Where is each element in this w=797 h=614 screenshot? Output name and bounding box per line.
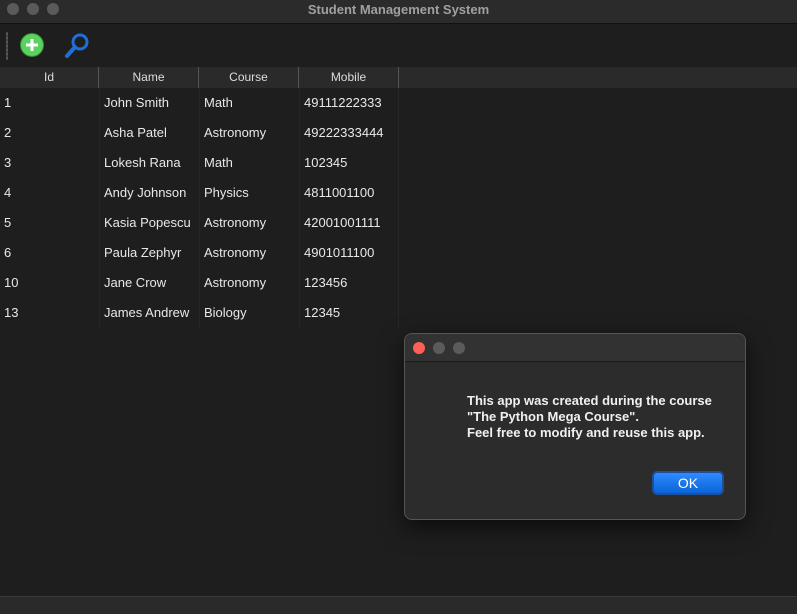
cell-id[interactable]: 13 — [0, 298, 99, 328]
cell-mobile[interactable]: 102345 — [300, 148, 399, 178]
cell-course[interactable]: Physics — [200, 178, 299, 208]
toolbar-grip[interactable] — [6, 32, 8, 60]
dialog-close-button[interactable] — [413, 342, 425, 354]
cell-mobile[interactable]: 42001001111 — [300, 208, 399, 238]
cell-name[interactable]: Lokesh Rana — [100, 148, 199, 178]
title-bar: Student Management System — [0, 0, 797, 24]
cell-course[interactable]: Math — [200, 148, 299, 178]
cell-id[interactable]: 3 — [0, 148, 99, 178]
column-divider — [199, 88, 200, 328]
column-divider — [398, 88, 399, 328]
column-divider — [99, 88, 100, 328]
status-bar — [0, 596, 797, 614]
cell-mobile[interactable]: 4901011100 — [300, 238, 399, 268]
column-header-mobile[interactable]: Mobile — [299, 67, 399, 88]
window-title: Student Management System — [307, 2, 490, 17]
cell-id[interactable]: 6 — [0, 238, 99, 268]
cell-name[interactable]: John Smith — [100, 88, 199, 118]
cell-course[interactable]: Astronomy — [200, 268, 299, 298]
cell-id[interactable]: 10 — [0, 268, 99, 298]
cell-id[interactable]: 1 — [0, 88, 99, 118]
dialog-message-line: This app was created during the course — [467, 393, 712, 408]
cell-mobile[interactable]: 49111222333 — [300, 88, 399, 118]
add-icon — [20, 33, 44, 57]
add-student-button[interactable] — [18, 31, 48, 61]
table-header: Id Name Course Mobile — [0, 67, 797, 88]
cell-course[interactable]: Astronomy — [200, 118, 299, 148]
cell-name[interactable]: Jane Crow — [100, 268, 199, 298]
toolbar — [0, 24, 797, 68]
cell-mobile[interactable]: 12345 — [300, 298, 399, 328]
column-header-course[interactable]: Course — [199, 67, 299, 88]
cell-course[interactable]: Astronomy — [200, 208, 299, 238]
cell-mobile[interactable]: 4811001100 — [300, 178, 399, 208]
cell-name[interactable]: James Andrew — [100, 298, 199, 328]
cell-id[interactable]: 5 — [0, 208, 99, 238]
dialog-zoom-button — [453, 342, 465, 354]
cell-mobile[interactable]: 49222333444 — [300, 118, 399, 148]
column-header-name[interactable]: Name — [99, 67, 199, 88]
ok-button[interactable]: OK — [652, 471, 724, 495]
cell-name[interactable]: Kasia Popescu — [100, 208, 199, 238]
main-window: Student Management System Id Name Course… — [0, 0, 797, 614]
cell-course[interactable]: Astronomy — [200, 238, 299, 268]
cell-course[interactable]: Math — [200, 88, 299, 118]
dialog-message-line: "The Python Mega Course". — [467, 409, 639, 424]
about-dialog: This app was created during the course "… — [404, 333, 746, 520]
cell-name[interactable]: Asha Patel — [100, 118, 199, 148]
dialog-message-line: Feel free to modify and reuse this app. — [467, 425, 705, 440]
column-header-id[interactable]: Id — [0, 67, 99, 88]
cell-id[interactable]: 2 — [0, 118, 99, 148]
cell-id[interactable]: 4 — [0, 178, 99, 208]
search-icon — [65, 33, 89, 58]
dialog-title-bar — [405, 334, 745, 362]
search-student-button[interactable] — [63, 31, 93, 61]
cell-name[interactable]: Andy Johnson — [100, 178, 199, 208]
cell-mobile[interactable]: 123456 — [300, 268, 399, 298]
cell-name[interactable]: Paula Zephyr — [100, 238, 199, 268]
column-divider — [299, 88, 300, 328]
dialog-message: This app was created during the course "… — [467, 393, 737, 441]
cell-course[interactable]: Biology — [200, 298, 299, 328]
dialog-minimize-button — [433, 342, 445, 354]
